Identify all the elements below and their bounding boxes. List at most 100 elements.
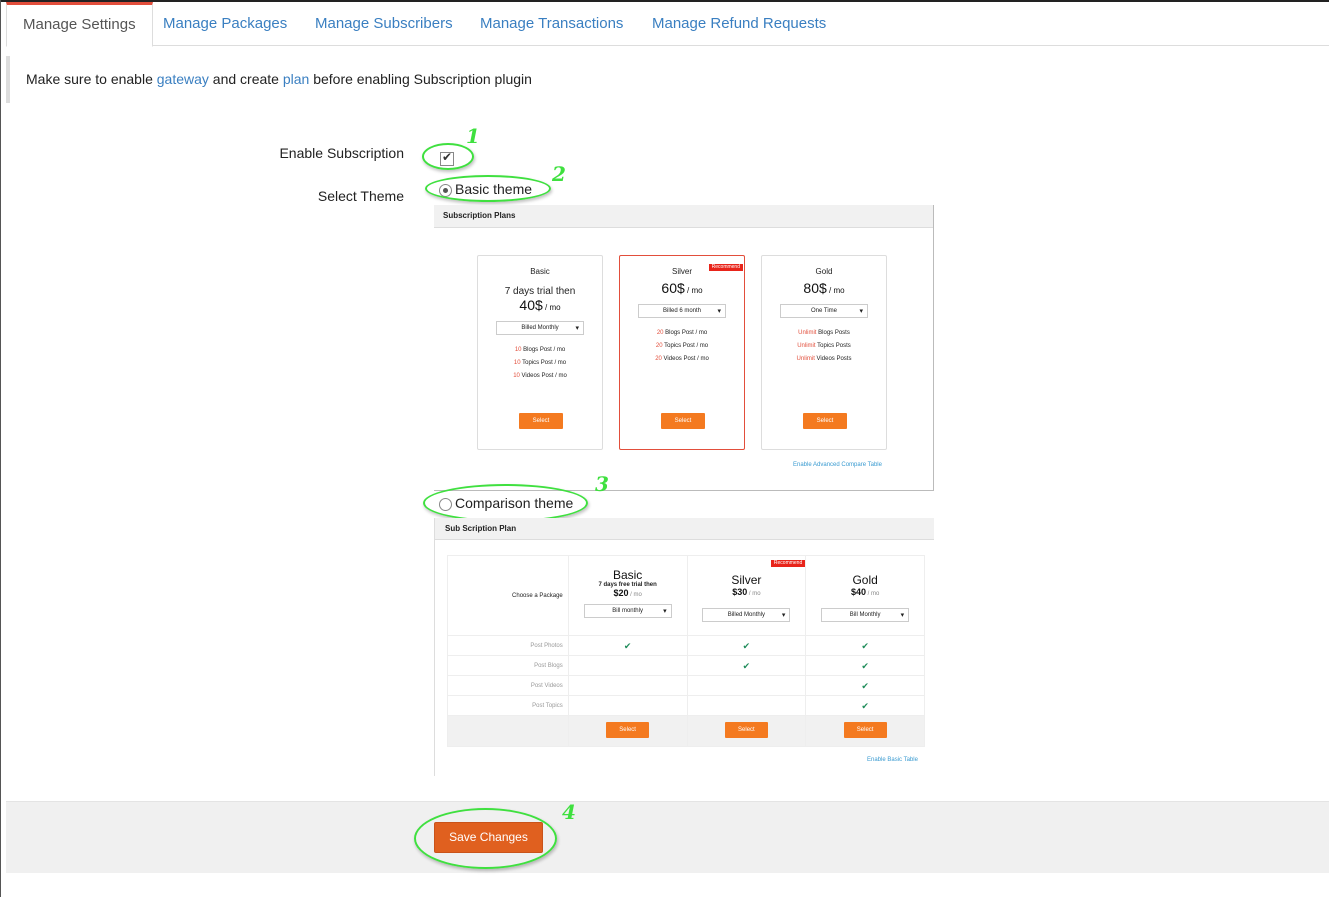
plan-price: 80$ / mo: [762, 280, 886, 296]
table-row: Post Videos ✔: [448, 676, 924, 696]
enable-compare-table-link[interactable]: Enable Advanced Compare Table: [793, 462, 882, 468]
feature-rows: Post Photos ✔ ✔ ✔ Post Blogs ✔ ✔ Post Videos ✔ Po…: [448, 636, 924, 716]
table-row: Select Select Select: [448, 716, 924, 746]
tab-manage-transactions[interactable]: Manage Transactions: [464, 2, 639, 46]
window-left-border: [0, 0, 1, 897]
feature-item: Unlimit Blogs Posts: [798, 330, 850, 336]
comparison-table: Choose a Package Basic 7 days free trial…: [447, 555, 925, 747]
check-icon: ✔: [686, 656, 806, 675]
billing-select[interactable]: One Time: [780, 304, 868, 318]
price-value: 80$: [803, 280, 827, 296]
choose-package-label: Choose a Package: [512, 592, 563, 599]
table-row: Post Topics ✔: [448, 696, 924, 716]
package-column-basic: Basic 7 days free trial then $20 / mo Bi…: [567, 556, 687, 635]
recommend-badge: Recommend: [770, 560, 806, 567]
select-cell: Select: [567, 716, 687, 746]
recommend-badge: Recommend: [708, 264, 743, 271]
price-unit: / mo: [542, 303, 561, 312]
select-button[interactable]: Select: [661, 413, 705, 429]
package-name: Gold: [852, 573, 878, 587]
plan-name: Gold: [815, 267, 833, 276]
feature-list: Unlimit Blogs Posts Unlimit Topics Posts…: [762, 330, 886, 363]
annotation-oval-4: [414, 808, 557, 869]
annotation-number-3: 3: [595, 472, 609, 496]
package-price: $40 / mo: [850, 587, 880, 597]
feature-item: 20 Blogs Post / mo: [656, 330, 708, 336]
gateway-link[interactable]: gateway: [157, 71, 209, 87]
notice-banner: Make sure to enable gateway and create p…: [6, 56, 1329, 103]
notice-text-post: before enabling Subscription plugin: [309, 71, 532, 87]
feature-label: Post Videos: [530, 683, 563, 689]
check-icon: ✔: [805, 676, 924, 695]
billing-select[interactable]: Billed Monthly: [702, 608, 791, 622]
annotation-number-1: 1: [466, 124, 480, 148]
empty-cell: [567, 676, 687, 695]
feature-item: 10 Topics Post / mo: [513, 360, 567, 366]
billing-select[interactable]: Bill monthly: [583, 604, 672, 618]
package-name: Basic: [612, 568, 643, 582]
price-unit: / mo: [826, 286, 845, 295]
empty-cell: [567, 696, 687, 715]
feature-list: 20 Blogs Post / mo 20 Topics Post / mo 2…: [620, 330, 744, 363]
empty-cell: [686, 696, 806, 715]
feature-item: 20 Videos Post / mo: [655, 356, 709, 362]
check-icon: ✔: [805, 636, 924, 655]
annotation-oval-2: [425, 175, 551, 202]
plan-card-basic: Basic 7 days trial then 40$ / mo Billed …: [477, 255, 603, 450]
tab-manage-settings[interactable]: Manage Settings: [6, 2, 153, 47]
package-name: Silver: [731, 573, 762, 587]
enable-subscription-label: Enable Subscription: [279, 145, 404, 161]
plan-trial: 7 days trial then: [504, 286, 576, 297]
enable-basic-table-link[interactable]: Enable Basic Table: [867, 757, 918, 763]
tab-bar: Manage Settings Manage Packages Manage S…: [6, 2, 1329, 47]
price-value: 40$: [519, 297, 543, 313]
table-row: Post Blogs ✔ ✔: [448, 656, 924, 676]
preview-header: Subscription Plans: [434, 205, 933, 228]
select-cell: Select: [686, 716, 806, 746]
annotation-number-4: 4: [562, 800, 576, 824]
feature-list: 10 Blogs Post / mo 10 Topics Post / mo 1…: [478, 347, 602, 380]
check-icon: ✔: [805, 656, 924, 675]
package-price: $20 / mo: [613, 588, 642, 598]
select-button[interactable]: Select: [843, 722, 887, 738]
feature-item: Unlimit Videos Posts: [796, 356, 852, 362]
select-button[interactable]: Select: [606, 722, 650, 738]
feature-item: 10 Blogs Post / mo: [514, 347, 566, 353]
feature-item: 10 Videos Post / mo: [513, 373, 567, 379]
billing-select[interactable]: Billed Monthly: [496, 321, 584, 335]
table-row: Choose a Package Basic 7 days free trial…: [448, 556, 924, 636]
feature-item: 20 Topics Post / mo: [655, 343, 709, 349]
select-button[interactable]: Select: [803, 413, 847, 429]
plan-price: 40$ / mo: [478, 297, 602, 313]
tab-manage-refund-requests[interactable]: Manage Refund Requests: [636, 2, 842, 46]
plan-price: 60$ / mo: [620, 280, 744, 296]
tab-manage-packages[interactable]: Manage Packages: [147, 2, 303, 46]
select-theme-label: Select Theme: [317, 188, 404, 204]
billing-select[interactable]: Bill Monthly: [821, 608, 910, 622]
preview-header: Sub Scription Plan: [435, 518, 934, 540]
empty-cell: [686, 676, 806, 695]
price-unit: / mo: [684, 286, 703, 295]
billing-select[interactable]: Billed 6 month: [638, 304, 726, 318]
table-row: Post Photos ✔ ✔ ✔: [448, 636, 924, 656]
notice-text-pre: Make sure to enable: [26, 71, 157, 87]
select-button[interactable]: Select: [724, 722, 768, 738]
plan-card-gold: Gold 80$ / mo One Time Unlimit Blogs Pos…: [761, 255, 887, 450]
plan-card-silver: Recommend Silver 60$ / mo Billed 6 month…: [619, 255, 745, 450]
plan-link[interactable]: plan: [283, 71, 309, 87]
tab-manage-subscribers[interactable]: Manage Subscribers: [299, 2, 469, 46]
package-price: $30 / mo: [732, 587, 761, 597]
check-icon: ✔: [686, 636, 806, 655]
feature-label: Post Photos: [530, 643, 563, 649]
check-icon: ✔: [567, 636, 687, 655]
empty-cell: [567, 656, 687, 675]
select-cell: Select: [805, 716, 924, 746]
comparison-theme-preview: Sub Scription Plan Choose a Package Basi…: [434, 518, 934, 776]
check-icon: ✔: [805, 696, 924, 715]
notice-text-mid: and create: [208, 71, 283, 87]
price-value: 60$: [661, 280, 685, 296]
footer-bar: [6, 801, 1329, 873]
select-button[interactable]: Select: [519, 413, 563, 429]
basic-theme-preview: Subscription Plans Basic 7 days trial th…: [434, 205, 934, 491]
annotation-number-2: 2: [552, 162, 566, 186]
